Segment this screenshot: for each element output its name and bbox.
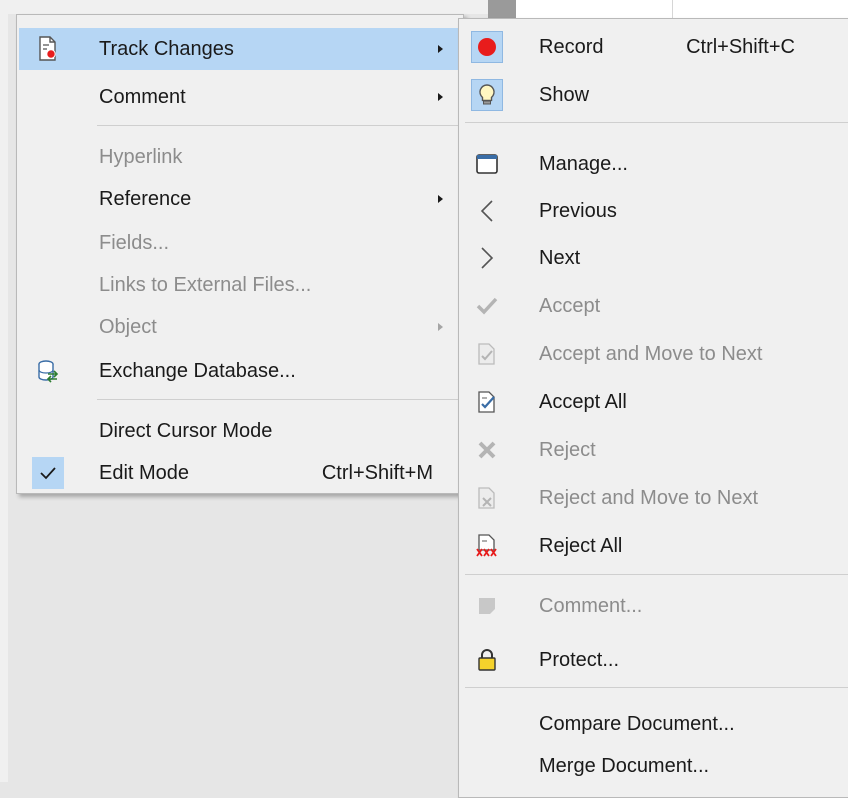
menu-item-label: Reject [539, 439, 596, 461]
submenu-arrow-icon [438, 195, 443, 203]
accept-check-icon [471, 290, 503, 322]
submenu-item-reject-and-move-to-next[interactable]: Reject and Move to Next [461, 477, 848, 519]
comment-note-icon [471, 590, 503, 622]
menu-item-label: Accept [539, 295, 601, 317]
edit-menu: Track Changes Comment Hyperlink Referenc… [16, 14, 464, 494]
submenu-item-compare-document[interactable]: Compare Document... [461, 703, 848, 745]
accept-all-icon [471, 386, 503, 418]
submenu-item-comment[interactable]: Comment... [461, 585, 848, 627]
menu-item-label: Reject All [539, 535, 623, 557]
menu-item-label: Record [539, 36, 604, 58]
submenu-item-next[interactable]: Next [461, 237, 848, 279]
menu-separator [97, 399, 459, 400]
submenu-item-accept-all[interactable]: Accept All [461, 381, 848, 423]
menu-item-label: Direct Cursor Mode [99, 420, 273, 442]
reject-x-icon [471, 434, 503, 466]
menu-item-label: Protect... [539, 649, 620, 671]
submenu-item-reject-all[interactable]: Reject All [461, 525, 848, 567]
submenu-item-merge-document[interactable]: Merge Document... [461, 745, 848, 787]
lightbulb-icon [471, 79, 503, 111]
menu-item-shortcut: Ctrl+Shift+C [686, 36, 795, 58]
exchange-database-icon [32, 355, 64, 387]
submenu-item-record[interactable]: Record Ctrl+Shift+C [461, 26, 848, 68]
menu-item-label: Merge Document... [539, 755, 710, 777]
submenu-item-manage[interactable]: Manage... [461, 143, 848, 185]
menu-item-label: Hyperlink [99, 146, 183, 168]
submenu-item-protect[interactable]: Protect... [461, 639, 848, 681]
lock-icon [471, 644, 503, 676]
menu-item-label: Show [539, 84, 590, 106]
track-changes-submenu: Record Ctrl+Shift+C Show Manage... Previ… [458, 18, 848, 798]
submenu-item-accept-and-move-to-next[interactable]: Accept and Move to Next [461, 333, 848, 375]
reject-next-icon [471, 482, 503, 514]
menu-item-label: Accept and Move to Next [539, 343, 763, 365]
menu-item-label: Exchange Database... [99, 360, 296, 382]
menu-separator [465, 122, 848, 123]
menu-item-label: Next [539, 247, 581, 269]
menu-item-label: Track Changes [99, 38, 234, 60]
menu-item-label: Comment [99, 86, 186, 108]
menu-item-label: Fields... [99, 232, 170, 254]
menu-item-object[interactable]: Object [19, 306, 461, 348]
menu-separator [97, 125, 459, 126]
submenu-arrow-icon [438, 323, 443, 331]
menu-item-edit-mode[interactable]: Edit Mode Ctrl+Shift+M [19, 452, 461, 494]
reject-all-icon [471, 530, 503, 562]
submenu-item-previous[interactable]: Previous [461, 190, 848, 232]
menu-item-label: Links to External Files... [99, 274, 312, 296]
submenu-item-accept[interactable]: Accept [461, 285, 848, 327]
menu-item-label: Compare Document... [539, 713, 735, 735]
track-changes-icon [32, 33, 64, 65]
accept-next-icon [471, 338, 503, 370]
menu-item-label: Object [99, 316, 157, 338]
menu-item-label: Manage... [539, 153, 628, 175]
menu-item-label: Comment... [539, 595, 643, 617]
chevron-right-icon [471, 242, 503, 274]
menu-item-fields[interactable]: Fields... [19, 222, 461, 264]
menu-item-direct-cursor-mode[interactable]: Direct Cursor Mode [19, 410, 461, 452]
menu-item-label: Accept All [539, 391, 627, 413]
checkmark-icon [32, 457, 64, 489]
menu-item-comment[interactable]: Comment [19, 76, 461, 118]
menu-item-exchange-database[interactable]: Exchange Database... [19, 350, 461, 392]
submenu-arrow-icon [438, 93, 443, 101]
chevron-left-icon [471, 195, 503, 227]
window-left-strip [0, 0, 8, 782]
submenu-item-reject[interactable]: Reject [461, 429, 848, 471]
menu-item-shortcut: Ctrl+Shift+M [321, 462, 433, 484]
menu-item-label: Previous [539, 200, 617, 222]
menu-item-label: Reference [99, 188, 192, 210]
menu-item-label: Reject and Move to Next [539, 487, 758, 509]
menu-item-reference[interactable]: Reference [19, 178, 461, 220]
menu-separator [465, 574, 848, 575]
menu-item-hyperlink[interactable]: Hyperlink [19, 136, 461, 178]
menu-item-track-changes[interactable]: Track Changes [19, 28, 461, 70]
manage-window-icon [471, 148, 503, 180]
menu-item-links-to-external-files[interactable]: Links to External Files... [19, 264, 461, 306]
menu-item-label: Edit Mode [99, 462, 190, 484]
submenu-item-show[interactable]: Show [461, 74, 848, 116]
submenu-arrow-icon [438, 45, 443, 53]
record-icon [471, 31, 503, 63]
menu-separator [465, 687, 848, 688]
